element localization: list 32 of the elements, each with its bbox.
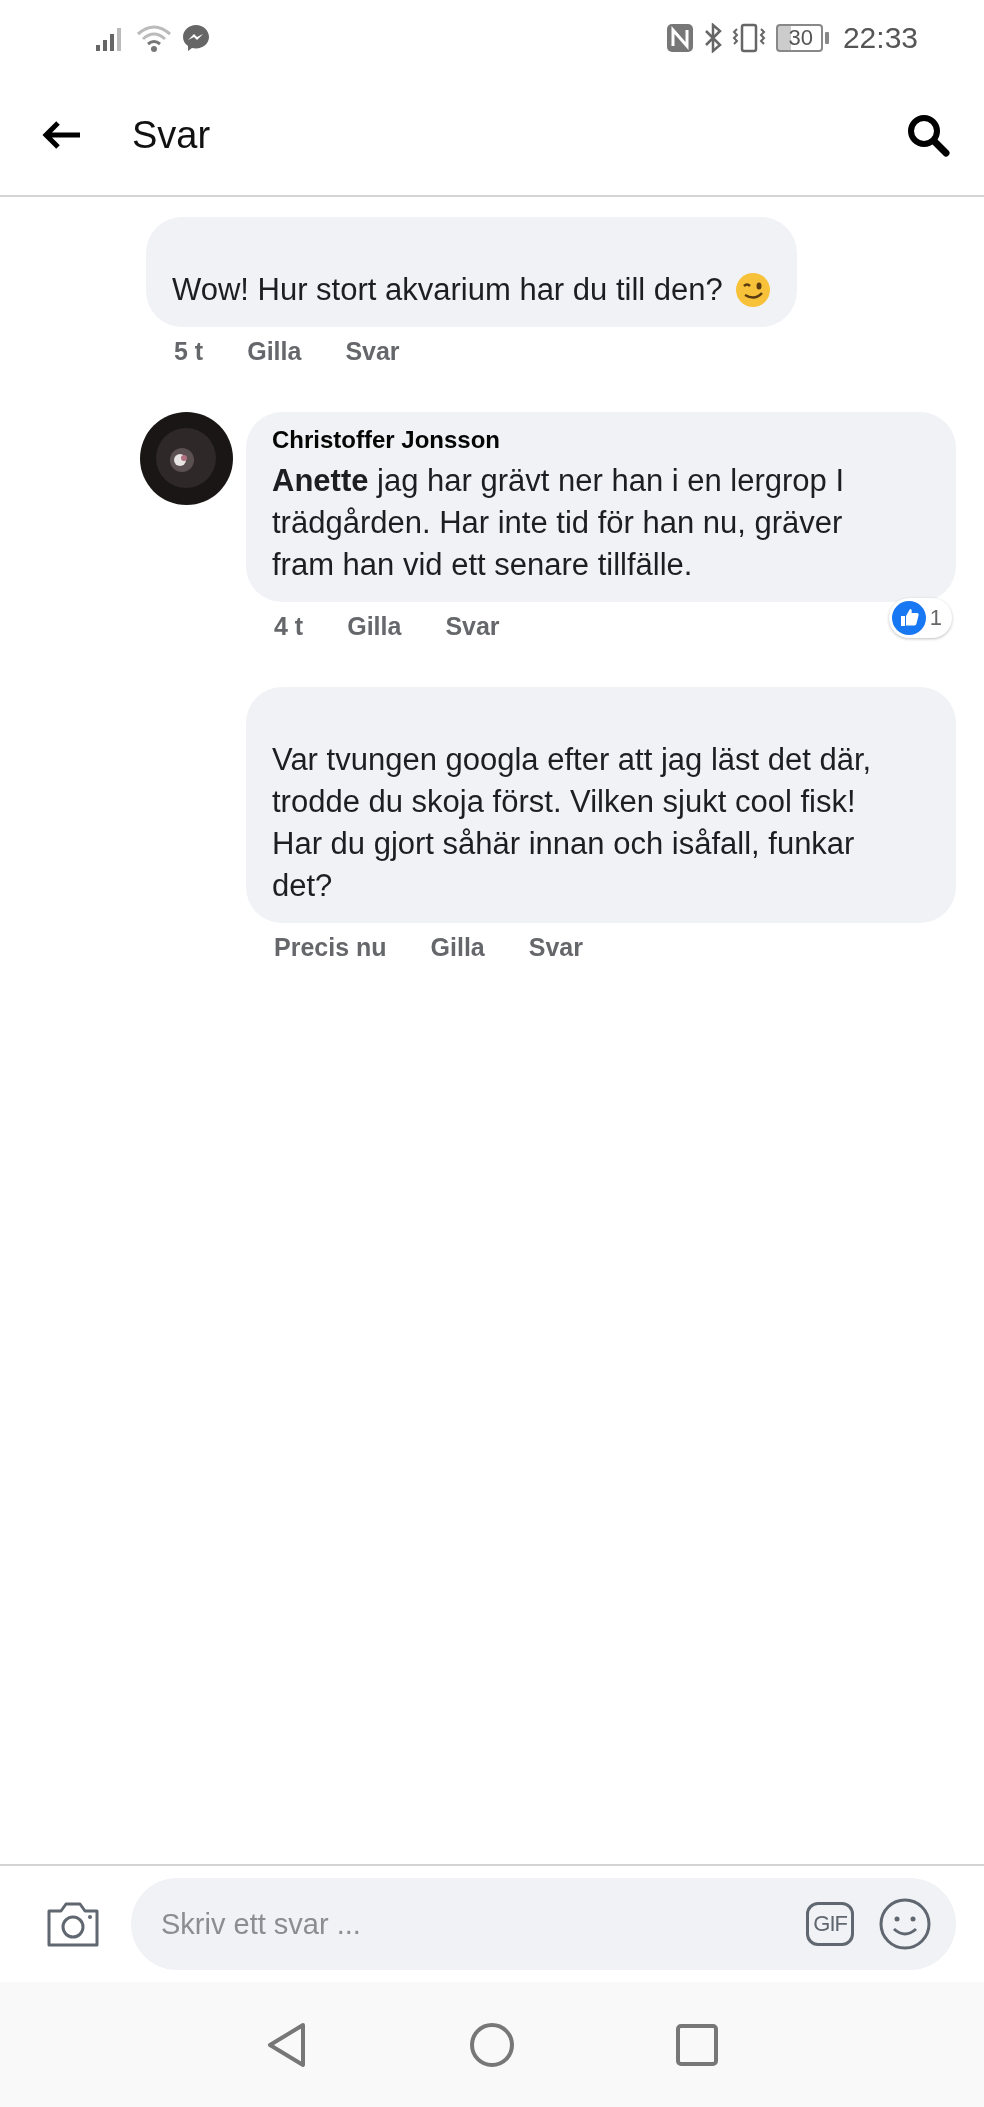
nfc-icon (666, 22, 695, 53)
messenger-icon (182, 23, 210, 52)
comment-action-link[interactable]: Svar (345, 337, 400, 366)
comment-action-link[interactable]: Gilla (347, 612, 402, 641)
comment-action-link[interactable]: Svar (445, 612, 500, 641)
reaction-count: 1 (929, 605, 942, 631)
smiley-icon[interactable] (878, 1897, 932, 1951)
comment-action-link[interactable]: Gilla (430, 933, 485, 962)
comment-text: Wow! Hur stort akvarium har du till den? (172, 271, 723, 309)
gif-button[interactable]: GIF (806, 1902, 854, 1946)
wifi-icon (136, 23, 172, 52)
clock-time: 22:33 (842, 20, 918, 55)
comment-time: Precis nu (274, 933, 387, 962)
back-arrow-icon[interactable] (42, 120, 82, 150)
bluetooth-icon (704, 22, 723, 53)
reaction-badge[interactable]: 1 (888, 598, 952, 638)
comment-text: Var tvungen googla efter att jag läst det där, trodde du skoja först. Vilken sjukt cool fisk! Har du gjort såhär innan och isåfall, funkar det? (272, 741, 873, 905)
reply-input-field[interactable]: Skriv ett svar ... GIF (131, 1878, 956, 1970)
square-icon[interactable] (675, 2022, 719, 2067)
battery-indicator: 30 (776, 23, 829, 52)
comment-action-link[interactable]: Gilla (247, 337, 302, 366)
author-name[interactable]: Christoffer Jonsson (272, 426, 902, 454)
comment-time: 5 t (174, 337, 204, 366)
vibrate-icon (732, 22, 767, 53)
wink-emoji-icon (734, 272, 771, 308)
comment-action-link[interactable]: Svar (528, 933, 583, 962)
home-circle-icon[interactable] (469, 2021, 515, 2068)
search-icon[interactable] (906, 113, 950, 157)
comment-time: 4 t (274, 612, 304, 641)
page-title: Svar (132, 113, 212, 157)
comment-text: Anette jag har grävt ner han i en lergrop I trädgården. Har inte tid för han nu, gräver fram han vid ett senare tillfälle. (272, 462, 846, 584)
thumbs-up-icon (891, 601, 926, 635)
